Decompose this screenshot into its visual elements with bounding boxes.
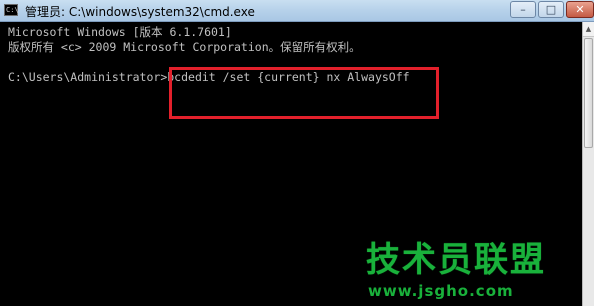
watermark-title: 技术员联盟: [366, 240, 546, 280]
scroll-thumb[interactable]: [584, 38, 593, 148]
copyright-line: 版权所有 <c> 2009 Microsoft Corporation。保留所有…: [8, 40, 361, 54]
watermark-url: www.jsgho.com: [368, 282, 514, 300]
prompt: C:\Users\Administrator>: [8, 70, 168, 84]
window-title: 管理员: C:\windows\system32\cmd.exe: [25, 5, 255, 19]
command-line: C:\Users\Administrator>bcdedit /set {cur…: [8, 70, 410, 84]
command-text: bcdedit /set {current} nx AlwaysOff: [167, 70, 410, 84]
version-line: Microsoft Windows [版本 6.1.7601]: [8, 25, 232, 39]
cmd-app-icon[interactable]: C:\: [4, 4, 19, 16]
minimize-button[interactable]: –: [510, 1, 536, 18]
cmd-window: C:\ 管理员: C:\windows\system32\cmd.exe – □…: [0, 0, 594, 306]
close-button[interactable]: ✕: [566, 1, 594, 18]
scroll-up-arrow-icon[interactable]: ▲: [583, 22, 594, 37]
maximize-button[interactable]: □: [538, 1, 564, 18]
title-bar[interactable]: C:\ 管理员: C:\windows\system32\cmd.exe – □…: [0, 0, 594, 22]
vertical-scrollbar[interactable]: ▲: [582, 22, 594, 306]
